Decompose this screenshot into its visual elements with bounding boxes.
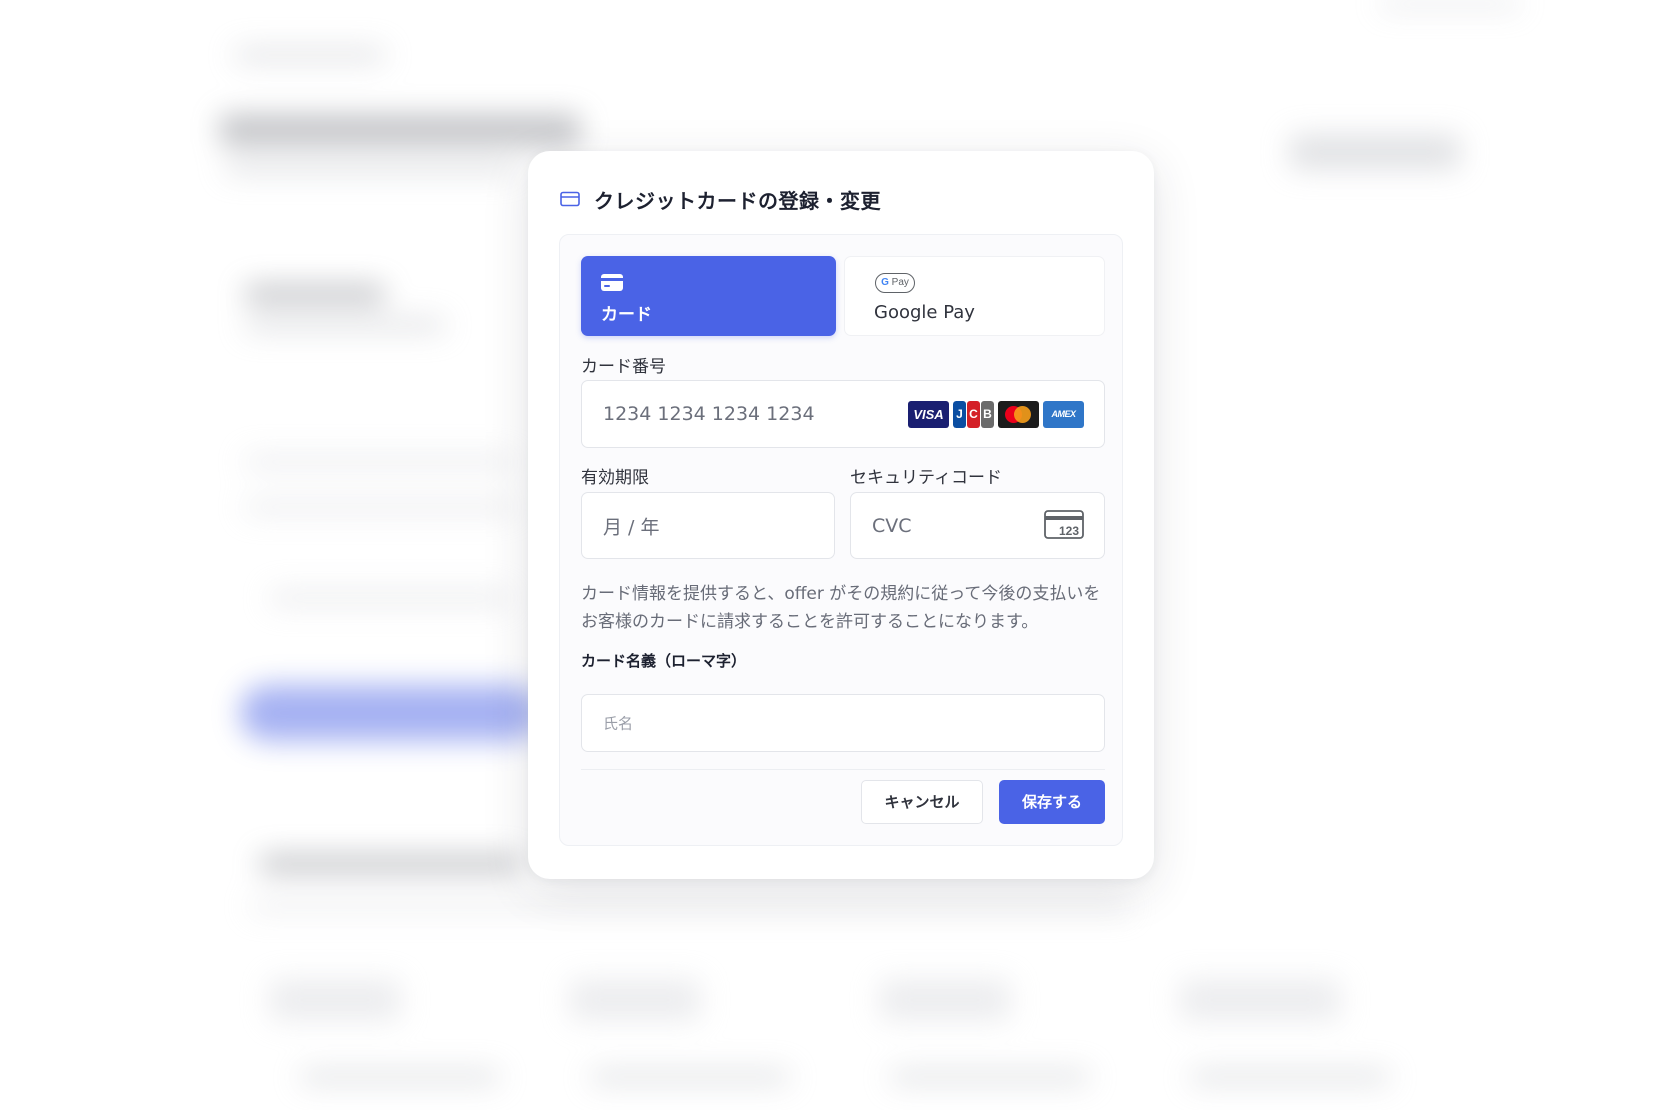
card-icon <box>601 274 623 291</box>
cvc-card-icon: 123 <box>1044 510 1084 539</box>
jcb-letter-b: B <box>981 401 994 428</box>
bg-breadcrumb <box>235 48 385 62</box>
bg-card-4 <box>1180 980 1340 1020</box>
bg-card-2 <box>570 980 700 1020</box>
modal-title: クレジットカードの登録・変更 <box>594 188 881 213</box>
bg-subheading <box>225 160 515 174</box>
card-number-placeholder: 1234 1234 1234 1234 <box>603 403 815 425</box>
expiry-input[interactable]: 月 / 年 <box>581 492 835 559</box>
card-number-label: カード番号 <box>581 357 666 377</box>
bg-section-title <box>245 285 385 303</box>
mastercard-logo-icon <box>998 401 1039 428</box>
expiry-label: 有効期限 <box>581 468 649 488</box>
bg-top-right-link <box>1380 0 1520 8</box>
tab-google-pay-label: Google Pay <box>874 302 975 323</box>
credit-card-icon <box>560 191 580 207</box>
cvc-icon-text: 123 <box>1059 524 1079 538</box>
bg-primary-button <box>240 685 540 741</box>
amex-logo-icon: AMEX <box>1043 401 1084 428</box>
bg-card-4-tag <box>1190 1070 1390 1084</box>
bg-row-3 <box>270 590 510 606</box>
bg-card-3-tag <box>890 1070 1090 1084</box>
credit-card-modal: クレジットカードの登録・変更 カード G Pay Google Pay カード番… <box>528 151 1154 879</box>
bg-lower-title <box>260 855 520 873</box>
visa-logo-icon: VISA <box>908 401 949 428</box>
bg-lower-line <box>250 900 1130 912</box>
card-number-input[interactable]: 1234 1234 1234 1234 VISA J C B AMEX <box>581 380 1105 448</box>
jcb-logo-icon: J C B <box>953 401 994 428</box>
authorization-notice: カード情報を提供すると、offer がその規約に従って今後の支払いをお客様のカー… <box>581 584 1101 632</box>
cardholder-input[interactable]: 氏名 <box>581 694 1105 752</box>
google-pay-icon: G Pay <box>875 273 915 293</box>
google-pay-badge-text: Pay <box>891 277 909 288</box>
jcb-letter-c: C <box>967 401 980 428</box>
google-pay-badge-g: G <box>881 277 889 288</box>
bg-heading <box>220 115 580 145</box>
cvc-input[interactable]: CVC 123 <box>850 492 1105 559</box>
bg-card-1 <box>270 980 400 1020</box>
cvc-placeholder: CVC <box>872 514 912 537</box>
cvc-label: セキュリティコード <box>850 468 1002 488</box>
cardholder-placeholder: 氏名 <box>603 714 634 733</box>
bg-card-3 <box>880 980 1010 1020</box>
bg-row-2 <box>245 500 515 514</box>
cancel-button[interactable]: キャンセル <box>861 780 983 824</box>
bg-top-right-button <box>1290 135 1460 169</box>
bg-card-1-tag <box>300 1070 500 1084</box>
modal-header: クレジットカードの登録・変更 <box>560 183 881 215</box>
tab-google-pay[interactable]: G Pay Google Pay <box>844 256 1105 336</box>
bg-section-text <box>245 318 445 332</box>
cardholder-label: カード名義（ローマ字） <box>581 652 747 670</box>
bg-card-2-tag <box>590 1070 790 1084</box>
footer-divider <box>581 769 1105 770</box>
card-brand-logos: VISA J C B AMEX <box>908 401 1084 428</box>
tab-card[interactable]: カード <box>581 256 836 336</box>
expiry-placeholder: 月 / 年 <box>603 516 660 538</box>
tab-card-label: カード <box>601 305 652 325</box>
save-button[interactable]: 保存する <box>999 780 1105 824</box>
bg-row-1 <box>245 455 515 469</box>
payment-form: カード G Pay Google Pay カード番号 1234 1234 123… <box>559 234 1123 846</box>
jcb-letter-j: J <box>953 401 966 428</box>
